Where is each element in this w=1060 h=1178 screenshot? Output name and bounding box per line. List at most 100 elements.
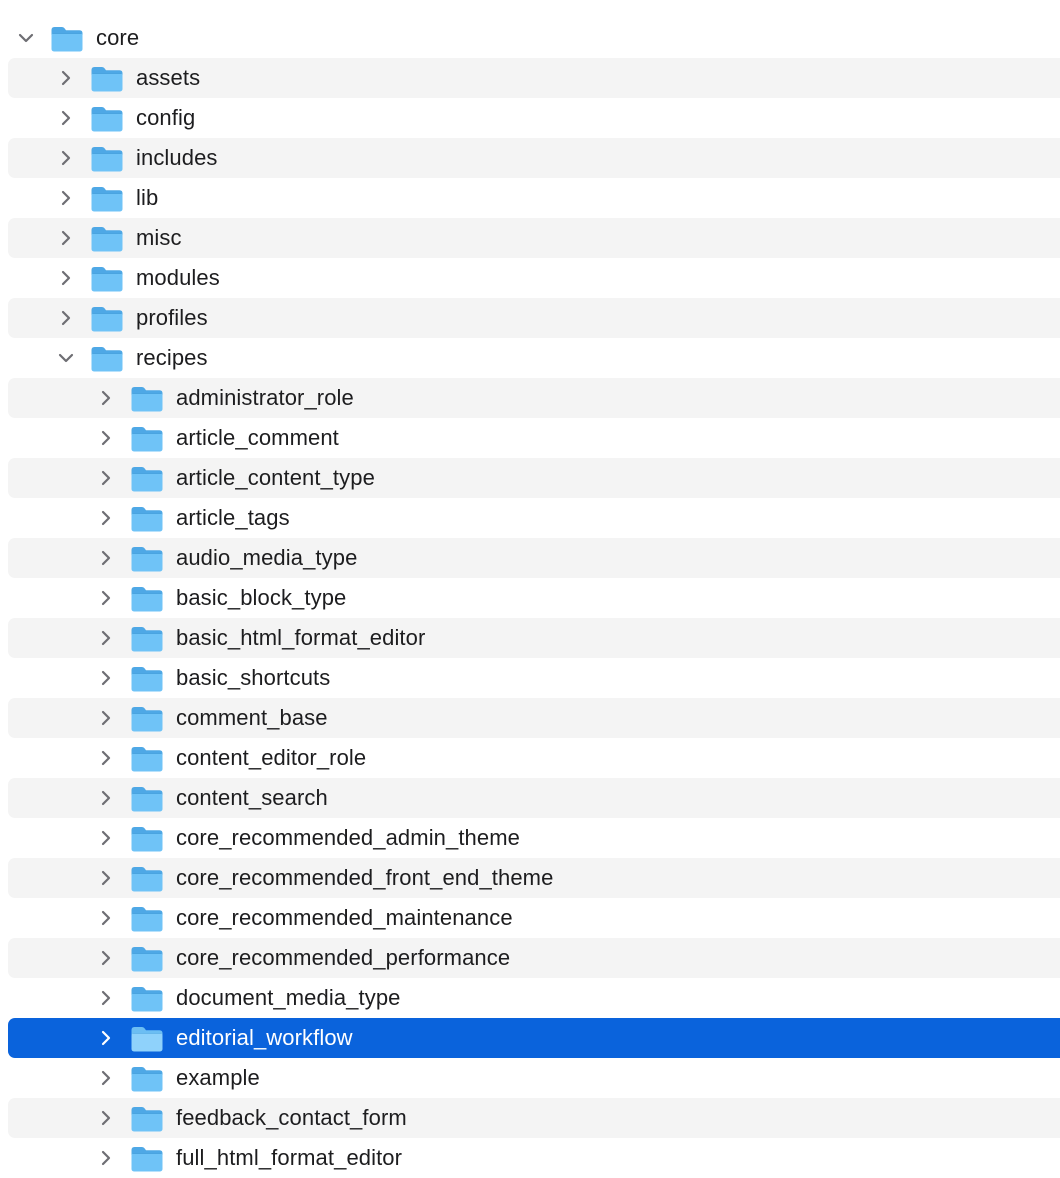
folder-icon [90,65,124,93]
tree-row-label: article_tags [176,505,290,530]
tree-row-label: lib [136,185,159,210]
tree-row-label: misc [136,225,182,250]
folder-icon [130,505,164,533]
tree-row-profiles[interactable]: profiles [8,298,1060,338]
chevron-right-icon[interactable] [96,458,116,498]
tree-row-core-recommended-maintenance[interactable]: core_recommended_maintenance [8,898,1060,938]
chevron-right-icon[interactable] [96,1098,116,1138]
folder-icon [90,145,124,173]
tree-row-feedback-contact-form[interactable]: feedback_contact_form [8,1098,1060,1138]
folder-icon [130,985,164,1013]
tree-row-administrator-role[interactable]: administrator_role [8,378,1060,418]
folder-icon [130,745,164,773]
folder-icon [90,305,124,333]
chevron-right-icon[interactable] [56,218,76,258]
chevron-right-icon[interactable] [56,178,76,218]
folder-icon [90,265,124,293]
tree-row-label: comment_base [176,705,328,730]
tree-row-label: full_html_format_editor [176,1145,403,1170]
folder-icon [130,625,164,653]
folder-icon [90,105,124,133]
tree-row-editorial-workflow[interactable]: editorial_workflow [8,1018,1060,1058]
folder-icon [130,425,164,453]
tree-row-label: audio_media_type [176,545,358,570]
chevron-right-icon[interactable] [96,498,116,538]
folder-icon [90,345,124,373]
chevron-right-icon[interactable] [96,418,116,458]
tree-row-example[interactable]: example [8,1058,1060,1098]
tree-row-includes[interactable]: includes [8,138,1060,178]
tree-row-label: profiles [136,305,208,330]
tree-row-recipes[interactable]: recipes [8,338,1060,378]
chevron-right-icon[interactable] [56,138,76,178]
chevron-right-icon[interactable] [56,58,76,98]
tree-row-basic-shortcuts[interactable]: basic_shortcuts [8,658,1060,698]
tree-row-label: core_recommended_admin_theme [176,825,520,850]
tree-row-modules[interactable]: modules [8,258,1060,298]
folder-icon [130,545,164,573]
tree-row-label: assets [136,65,201,90]
tree-row-label: basic_block_type [176,585,347,610]
folder-icon [90,185,124,213]
tree-row-content-search[interactable]: content_search [8,778,1060,818]
tree-row-full-html-format-editor[interactable]: full_html_format_editor [8,1138,1060,1178]
tree-row-audio-media-type[interactable]: audio_media_type [8,538,1060,578]
tree-row-content-editor-role[interactable]: content_editor_role [8,738,1060,778]
tree-row-core[interactable]: core [8,18,1060,58]
chevron-right-icon[interactable] [96,1138,116,1178]
chevron-right-icon[interactable] [96,618,116,658]
tree-row-assets[interactable]: assets [8,58,1060,98]
chevron-down-icon[interactable] [56,338,76,378]
tree-row-misc[interactable]: misc [8,218,1060,258]
folder-icon [130,585,164,613]
chevron-right-icon[interactable] [96,1018,116,1058]
tree-row-basic-block-type[interactable]: basic_block_type [8,578,1060,618]
folder-icon [130,945,164,973]
tree-row-label: modules [136,265,220,290]
tree-row-label: core_recommended_maintenance [176,905,513,930]
chevron-right-icon[interactable] [96,578,116,618]
chevron-right-icon[interactable] [96,658,116,698]
chevron-right-icon[interactable] [96,898,116,938]
tree-row-config[interactable]: config [8,98,1060,138]
tree-row-core-recommended-admin-theme[interactable]: core_recommended_admin_theme [8,818,1060,858]
chevron-right-icon[interactable] [56,98,76,138]
chevron-right-icon[interactable] [96,538,116,578]
tree-row-article-comment[interactable]: article_comment [8,418,1060,458]
chevron-right-icon[interactable] [96,378,116,418]
tree-row-label: article_content_type [176,465,375,490]
chevron-right-icon[interactable] [96,738,116,778]
folder-icon [130,385,164,413]
tree-row-label: administrator_role [176,385,354,410]
tree-row-label: feedback_contact_form [176,1105,407,1130]
chevron-right-icon[interactable] [56,258,76,298]
tree-row-basic-html-format-editor[interactable]: basic_html_format_editor [8,618,1060,658]
chevron-right-icon[interactable] [96,1058,116,1098]
chevron-right-icon[interactable] [56,298,76,338]
tree-row-article-tags[interactable]: article_tags [8,498,1060,538]
folder-icon [130,1145,164,1173]
folder-icon [130,1025,164,1053]
folder-icon [130,1105,164,1133]
tree-row-article-content-type[interactable]: article_content_type [8,458,1060,498]
chevron-right-icon[interactable] [96,938,116,978]
folder-icon [50,25,84,53]
tree-row-comment-base[interactable]: comment_base [8,698,1060,738]
tree-row-label: includes [136,145,218,170]
tree-row-label: recipes [136,345,208,370]
folder-icon [90,225,124,253]
folder-icon [130,905,164,933]
tree-row-lib[interactable]: lib [8,178,1060,218]
tree-row-document-media-type[interactable]: document_media_type [8,978,1060,1018]
tree-row-label: article_comment [176,425,339,450]
chevron-right-icon[interactable] [96,698,116,738]
chevron-right-icon[interactable] [96,858,116,898]
chevron-right-icon[interactable] [96,978,116,1018]
tree-row-label: content_search [176,785,328,810]
tree-row-core-recommended-performance[interactable]: core_recommended_performance [8,938,1060,978]
tree-row-core-recommended-front-end-theme[interactable]: core_recommended_front_end_theme [8,858,1060,898]
chevron-right-icon[interactable] [96,778,116,818]
folder-icon [130,705,164,733]
chevron-down-icon[interactable] [16,18,36,58]
chevron-right-icon[interactable] [96,818,116,858]
